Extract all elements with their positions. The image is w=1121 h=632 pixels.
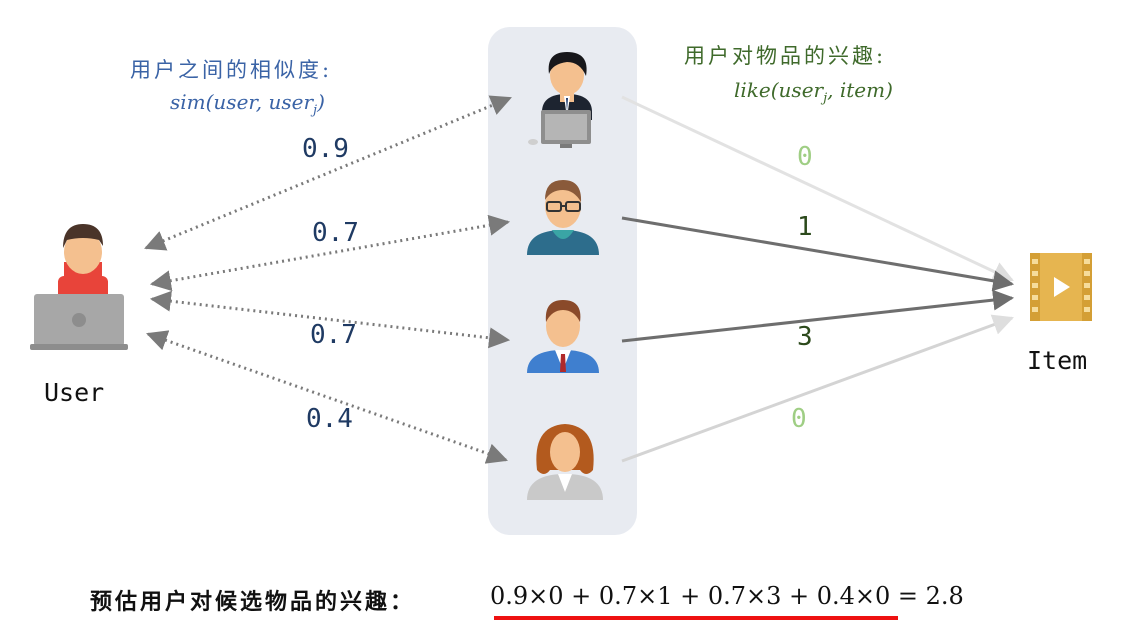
user-label: User bbox=[44, 378, 105, 407]
similarity-arrow-4 bbox=[146, 330, 508, 464]
like-value-4: 0 bbox=[791, 404, 807, 434]
bottom-equation: 0.9×0 + 0.7×1 + 0.7×3 + 0.4×0 = 2.8 bbox=[490, 582, 964, 610]
similarity-value-2: 0.7 bbox=[312, 218, 359, 248]
item-label: Item bbox=[1027, 346, 1088, 375]
video-file-icon bbox=[1030, 253, 1092, 321]
equation-underline bbox=[494, 616, 898, 620]
similarity-value-4: 0.4 bbox=[306, 404, 353, 434]
user-with-laptop-icon bbox=[30, 224, 128, 350]
interest-arrow-1 bbox=[621, 95, 1014, 282]
interest-heading: 用户对物品的兴趣: bbox=[684, 44, 887, 68]
interest-arrow-4 bbox=[621, 314, 1014, 463]
interest-arrows bbox=[621, 95, 1015, 463]
similarity-heading: 用户之间的相似度: bbox=[130, 58, 333, 82]
interest-arrow-3 bbox=[621, 289, 1015, 343]
like-value-2: 1 bbox=[797, 212, 813, 242]
similarity-value-1: 0.9 bbox=[302, 134, 349, 164]
diagram-canvas bbox=[30, 27, 1092, 535]
interest-formula: like(userj, item) bbox=[734, 78, 893, 106]
similarity-formula: sim(user, userj) bbox=[170, 90, 325, 118]
bottom-label: 预估用户对候选物品的兴趣： bbox=[90, 589, 416, 615]
similarity-value-3: 0.7 bbox=[310, 320, 357, 350]
like-value-3: 3 bbox=[797, 322, 813, 352]
like-value-1: 0 bbox=[797, 142, 813, 172]
